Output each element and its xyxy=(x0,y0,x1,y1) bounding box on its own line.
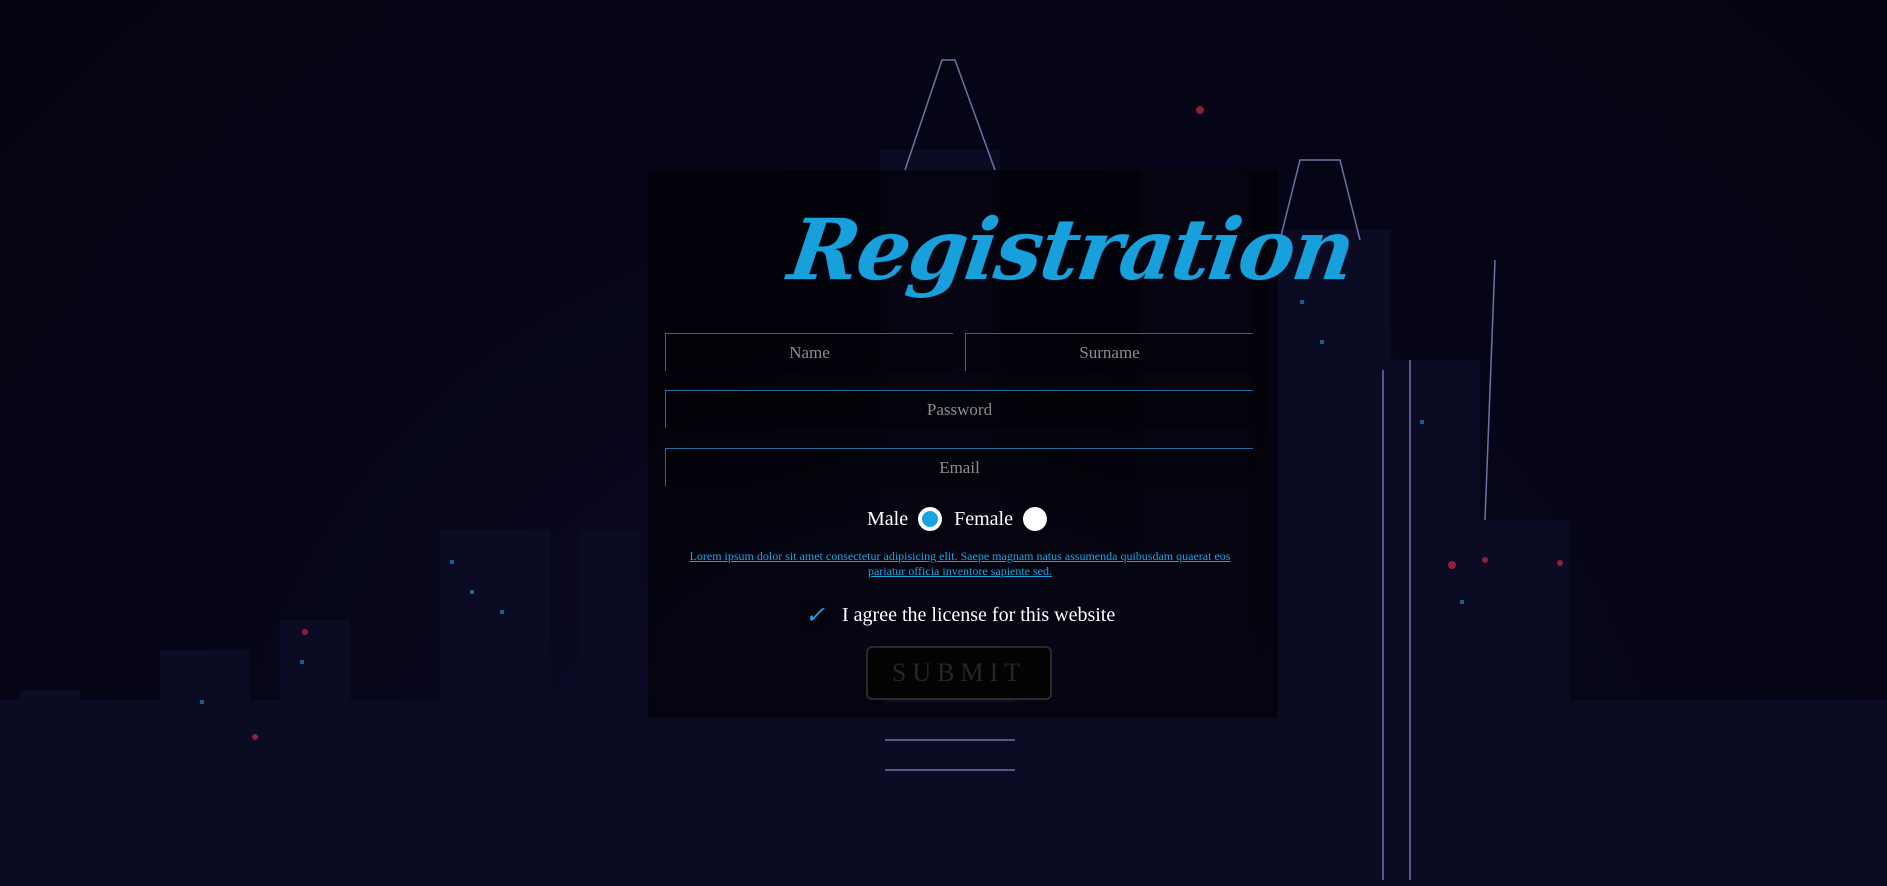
surname-input[interactable] xyxy=(965,333,1253,371)
checkmark-icon: ✓ xyxy=(804,602,826,629)
registration-logo: Registration xyxy=(783,200,1360,299)
female-label: Female xyxy=(954,507,1013,530)
submit-button[interactable]: SUBMIT xyxy=(866,646,1052,700)
password-input[interactable] xyxy=(665,390,1253,428)
female-radio[interactable] xyxy=(1022,507,1047,531)
name-input[interactable] xyxy=(665,333,953,371)
male-label: Male xyxy=(867,507,909,530)
email-input[interactable] xyxy=(665,448,1253,486)
radio-selected-dot xyxy=(922,511,939,527)
agree-checkbox[interactable]: ✓ xyxy=(800,600,830,630)
agree-row: ✓ I agree the license for this website xyxy=(800,600,1115,630)
terms-link[interactable]: Lorem ipsum dolor sit amet consectetur a… xyxy=(670,549,1250,579)
agree-label: I agree the license for this website xyxy=(842,603,1116,626)
gender-radio-group: Male Female xyxy=(865,504,1047,534)
male-radio[interactable] xyxy=(918,507,943,531)
